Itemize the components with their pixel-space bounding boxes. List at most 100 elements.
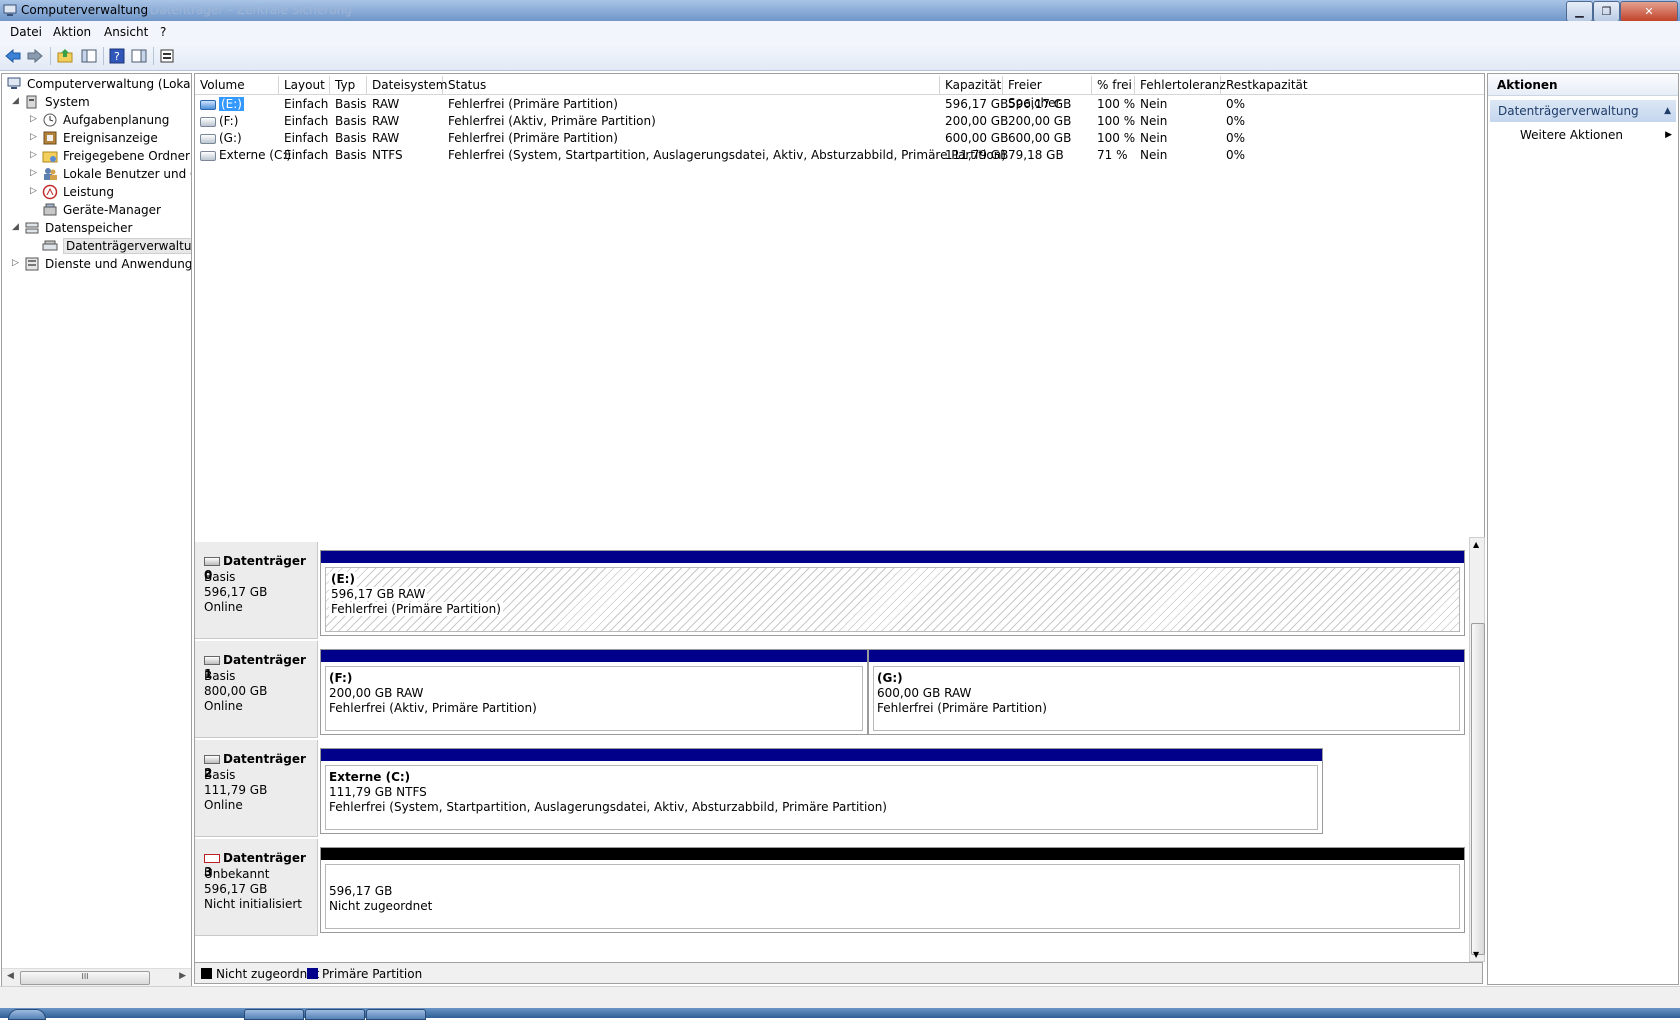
column-header-layout[interactable]: Layout — [279, 76, 330, 94]
volume-drive-icon — [200, 150, 216, 161]
volume-list: Volume Layout Typ Dateisystem Status Kap… — [194, 73, 1485, 538]
cell-typ: Basis — [335, 114, 367, 128]
column-header-kapazitaet[interactable]: Kapazität — [940, 76, 1003, 94]
services-icon — [25, 257, 39, 271]
column-header-typ[interactable]: Typ — [330, 76, 367, 94]
clock-icon — [43, 113, 57, 127]
scroll-right-icon[interactable]: ▶ — [179, 971, 186, 981]
toolbar: ? — [0, 42, 1680, 71]
tree-item-label: Aufgabenplanung — [63, 113, 170, 127]
disk-label[interactable]: Datenträger 1 Basis 800,00 GB Online — [195, 641, 318, 738]
taskbar-button[interactable] — [366, 1009, 426, 1020]
up-folder-button[interactable] — [55, 46, 75, 66]
volume-drive-icon — [200, 99, 216, 110]
disk-management-icon — [42, 240, 58, 251]
partition-g[interactable]: (G:) 600,00 GB RAW Fehlerfrei (Primäre P… — [868, 649, 1465, 735]
actions-section-header[interactable]: Datenträgerverwaltung ▲ — [1490, 100, 1676, 122]
tree-horizontal-scrollbar[interactable]: ◀ III ▶ — [2, 968, 191, 986]
actions-pane: Aktionen Datenträgerverwaltung ▲ Weitere… — [1487, 73, 1679, 985]
partition-unallocated[interactable]: 596,17 GB Nicht zugeordnet — [320, 847, 1465, 933]
cell-kapazitaet: 600,00 GB — [945, 131, 1009, 145]
maximize-button[interactable]: ❐ — [1593, 1, 1620, 22]
column-header-volume[interactable]: Volume — [195, 76, 279, 94]
table-row[interactable]: (E:) Einfach Basis RAW Fehlerfrei (Primä… — [195, 96, 1484, 113]
collapse-up-icon[interactable]: ▲ — [1664, 100, 1671, 122]
console-tree: Computerverwaltung (Lokal) ◢ System ▷ Au… — [1, 73, 192, 987]
help-icon: ? — [109, 48, 125, 64]
partition-size: 596,17 GB — [329, 884, 393, 898]
column-header-status[interactable]: Status — [443, 76, 940, 94]
table-row[interactable]: Externe (C:) Einfach Basis NTFS Fehlerfr… — [195, 147, 1484, 164]
scroll-up-icon[interactable]: ▲ — [1473, 540, 1479, 549]
disk-label[interactable]: Datenträger 0 Basis 596,17 GB Online — [195, 542, 318, 639]
show-actions-button[interactable] — [129, 46, 149, 66]
menu-help[interactable]: ? — [160, 25, 166, 39]
column-header-freier-speicher[interactable]: Freier Speicher — [1003, 76, 1092, 110]
storage-icon — [25, 222, 39, 234]
disk-view-vertical-scrollbar[interactable]: ▲ ▼ — [1469, 537, 1485, 962]
cell-layout: Einfach — [284, 131, 329, 145]
column-header-prozent-frei[interactable]: % frei — [1092, 76, 1135, 94]
taskbar-button[interactable] — [244, 1009, 304, 1020]
table-row[interactable]: (F:) Einfach Basis RAW Fehlerfrei (Aktiv… — [195, 113, 1484, 130]
partition-type-bar — [321, 551, 1464, 563]
disk-row[interactable]: Datenträger 3 Unbekannt 596,17 GB Nicht … — [195, 839, 1470, 937]
scroll-down-icon[interactable]: ▼ — [1473, 950, 1479, 959]
disk-icon — [204, 755, 220, 764]
taskbar-button[interactable] — [305, 1009, 365, 1020]
partition-e[interactable]: (E:) 596,17 GB RAW Fehlerfrei (Primäre P… — [320, 550, 1465, 636]
close-button[interactable]: ✕ — [1620, 1, 1678, 22]
properties-button[interactable] — [157, 46, 177, 66]
partition-body: 596,17 GB Nicht zugeordnet — [325, 864, 1460, 929]
cell-prozent-frei: 100 % — [1097, 97, 1136, 111]
menu-aktion[interactable]: Aktion — [53, 25, 91, 39]
collapsed-arrow-icon: ▷ — [30, 168, 37, 178]
cell-restkapazitaet: 0% — [1226, 114, 1246, 128]
disk-row[interactable]: Datenträger 0 Basis 596,17 GB Online (E:… — [195, 542, 1470, 640]
menu-datei[interactable]: Datei — [10, 25, 42, 39]
legend-label-primary: Primäre Partition — [322, 967, 423, 981]
partition-body: (E:) 596,17 GB RAW Fehlerfrei (Primäre P… — [325, 567, 1460, 632]
column-header-fehlertoleranz[interactable]: Fehlertoleranz — [1135, 76, 1226, 94]
cell-freier-speicher: 200,00 GB — [1008, 114, 1072, 128]
partition-f[interactable]: (F:) 200,00 GB RAW Fehlerfrei (Aktiv, Pr… — [320, 649, 868, 735]
cell-freier-speicher: 79,18 GB — [1008, 148, 1064, 162]
minimize-button[interactable]: ▁ — [1566, 1, 1593, 22]
action-pane-icon — [131, 49, 147, 63]
back-button[interactable] — [3, 46, 23, 66]
disk-row[interactable]: Datenträger 2 Basis 111,79 GB Online Ext… — [195, 740, 1470, 838]
disk-label[interactable]: Datenträger 3 Unbekannt 596,17 GB Nicht … — [195, 839, 318, 936]
partition-c[interactable]: Externe (C:) 111,79 GB NTFS Fehlerfrei (… — [320, 748, 1323, 834]
disk-size: 596,17 GB — [204, 882, 268, 896]
help-button[interactable]: ? — [107, 46, 127, 66]
volume-name: (G:) — [219, 131, 242, 145]
cell-freier-speicher: 600,00 GB — [1008, 131, 1072, 145]
scroll-left-icon[interactable]: ◀ — [7, 971, 14, 981]
disk-size: 800,00 GB — [204, 684, 268, 698]
more-actions-item[interactable]: Weitere Aktionen — [1520, 126, 1623, 144]
disk-row[interactable]: Datenträger 1 Basis 800,00 GB Online (F:… — [195, 641, 1470, 739]
partition-size: 200,00 GB RAW — [329, 686, 424, 700]
disk-label[interactable]: Datenträger 2 Basis 111,79 GB Online — [195, 740, 318, 837]
tree-item-label: System — [45, 95, 90, 109]
cell-status: Fehlerfrei (Primäre Partition) — [448, 131, 618, 145]
column-header-dateisystem[interactable]: Dateisystem — [367, 76, 447, 94]
forward-button[interactable] — [25, 46, 45, 66]
menu-ansicht[interactable]: Ansicht — [104, 25, 148, 39]
show-tree-button[interactable] — [79, 46, 99, 66]
disk-type: Unbekannt — [204, 867, 270, 881]
cell-layout: Einfach — [284, 148, 329, 162]
cell-dateisystem: NTFS — [372, 148, 403, 162]
disk-graphical-view: Datenträger 0 Basis 596,17 GB Online (E:… — [194, 537, 1471, 963]
expanded-arrow-icon: ◢ — [12, 96, 19, 106]
column-header-restkapazitaet[interactable]: Restkapazität — [1221, 76, 1484, 94]
scrollbar-thumb[interactable]: III — [20, 971, 150, 985]
taskbar — [0, 1008, 1680, 1020]
tree-item-label: Datenträgerverwaltung — [63, 238, 191, 254]
start-button[interactable] — [8, 1009, 46, 1020]
performance-icon — [42, 184, 58, 200]
cell-fehlertoleranz: Nein — [1140, 114, 1168, 128]
disk-type: Basis — [204, 669, 236, 683]
scrollbar-thumb[interactable] — [1471, 623, 1485, 955]
table-row[interactable]: (G:) Einfach Basis RAW Fehlerfrei (Primä… — [195, 130, 1484, 147]
